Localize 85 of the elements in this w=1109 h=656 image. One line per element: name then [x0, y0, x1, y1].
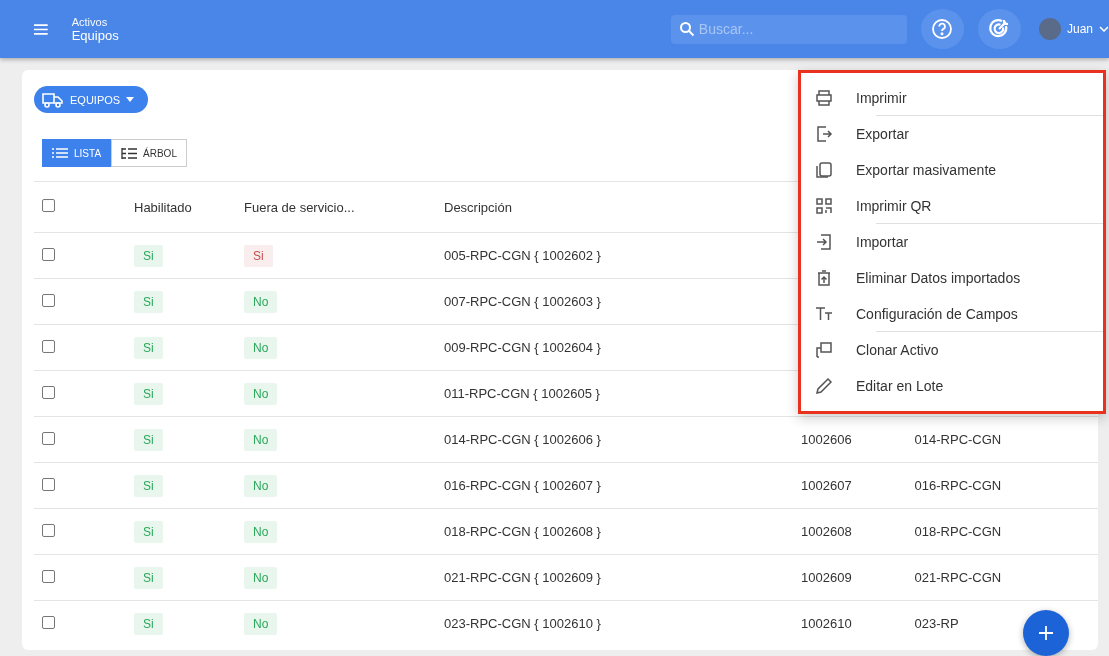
truck-icon [42, 91, 64, 108]
table-cell: 016-RPC-CGN { 1002607 } [444, 478, 601, 493]
status-badge: Si [134, 336, 163, 359]
table-cell: 1002606 [801, 432, 852, 447]
row-checkbox[interactable] [42, 247, 55, 261]
menu-item[interactable]: Imprimir QR [801, 188, 1103, 224]
table-cell: 014-RPC-CGN { 1002606 } [444, 432, 601, 447]
row-checkbox[interactable] [42, 293, 55, 307]
table-cell: 018-RPC-CGN { 1002608 } [444, 524, 601, 539]
view-tab[interactable]: LISTA [42, 139, 112, 167]
printer-icon [814, 88, 834, 108]
column-header[interactable]: Habilitado [134, 199, 192, 215]
avatar [1039, 18, 1061, 40]
status-badge: Si [134, 382, 163, 405]
menu-item[interactable]: Imprimir [801, 80, 1103, 116]
table-cell: 014-RPC-CGN [914, 432, 1002, 447]
menu-item[interactable]: Clonar Activo [801, 332, 1103, 368]
table-cell: 1002609 [801, 570, 852, 585]
table-cell: 1002607 [801, 478, 852, 493]
table-cell: 011-RPC-CGN { 1002605 } [444, 386, 600, 401]
help-button[interactable] [920, 9, 964, 49]
caret-icon [126, 97, 135, 102]
menu-item[interactable]: Editar en Lote [801, 368, 1103, 404]
column-header[interactable]: Descripción [444, 199, 512, 215]
status-badge: Si [134, 520, 163, 543]
column-header[interactable]: Fuera de servicio... [244, 199, 355, 215]
row-checkbox[interactable] [42, 339, 55, 353]
row-checkbox[interactable] [42, 615, 55, 629]
table-cell: 1002608 [801, 524, 852, 539]
select-all-checkbox[interactable] [42, 199, 55, 212]
clone-icon [814, 340, 834, 360]
status-badge: Si [134, 290, 163, 313]
list-icon [52, 148, 68, 158]
breadcrumb[interactable]: Activos [71, 15, 522, 28]
status-badge: Si [244, 244, 273, 267]
table-cell: 005-RPC-CGN { 1002602 } [444, 248, 601, 263]
equipment-dropdown-button[interactable]: EQUIPOS [34, 86, 149, 113]
qr-code-icon [814, 196, 834, 216]
menu-item[interactable]: Importar [801, 224, 1103, 260]
user-menu[interactable]: Juan [1039, 18, 1109, 40]
table-cell: 021-RPC-CGN { 1002609 } [444, 570, 601, 585]
pencil-icon [814, 376, 834, 396]
row-checkbox[interactable] [42, 385, 55, 399]
page-title: Equipos [71, 27, 120, 43]
row-checkbox[interactable] [42, 431, 55, 445]
menu-icon[interactable] [34, 23, 48, 35]
status-badge: Si [134, 244, 163, 267]
status-badge: Si [134, 428, 163, 451]
import-icon [814, 232, 834, 252]
status-badge: No [244, 336, 278, 359]
menu-item[interactable]: Eliminar Datos importados [801, 260, 1103, 296]
table-cell: 023-RPC-CGN { 1002610 } [444, 616, 601, 632]
status-badge: Si [134, 612, 163, 635]
table-cell: 1002610 [801, 616, 852, 632]
status-badge: No [244, 428, 278, 451]
plus-icon [1039, 626, 1053, 640]
view-tab[interactable]: ÁRBOL [111, 139, 187, 167]
status-badge: No [244, 382, 278, 405]
target-button[interactable] [977, 9, 1021, 49]
copy-icon [814, 160, 834, 180]
status-badge: No [244, 612, 278, 635]
status-badge: No [244, 290, 278, 313]
table-cell: 023-RP [914, 616, 959, 632]
row-checkbox[interactable] [42, 477, 55, 491]
table-cell: 007-RPC-CGN { 1002603 } [444, 294, 601, 309]
table-cell: 018-RPC-CGN [914, 524, 1002, 539]
search-icon [678, 20, 695, 37]
row-checkbox[interactable] [42, 569, 55, 583]
menu-item[interactable]: Exportar [801, 116, 1103, 152]
status-badge: Si [134, 474, 163, 497]
tree-icon [121, 147, 138, 159]
table-cell: 016-RPC-CGN [914, 478, 1002, 493]
export-icon [814, 124, 834, 144]
menu-item[interactable]: Exportar masivamente [801, 152, 1103, 188]
table-cell: 021-RPC-CGN [914, 570, 1002, 585]
row-checkbox[interactable] [42, 523, 55, 537]
table-cell: 009-RPC-CGN { 1002604 } [444, 340, 601, 355]
status-badge: No [244, 520, 278, 543]
help-icon [931, 18, 954, 40]
status-badge: Si [134, 566, 163, 589]
search-field[interactable]: Buscar... [670, 14, 907, 44]
menu-item[interactable]: Configuración de Campos [801, 296, 1103, 332]
status-badge: No [244, 474, 278, 497]
chevron-down-icon [1099, 26, 1109, 32]
status-badge: No [244, 566, 278, 589]
